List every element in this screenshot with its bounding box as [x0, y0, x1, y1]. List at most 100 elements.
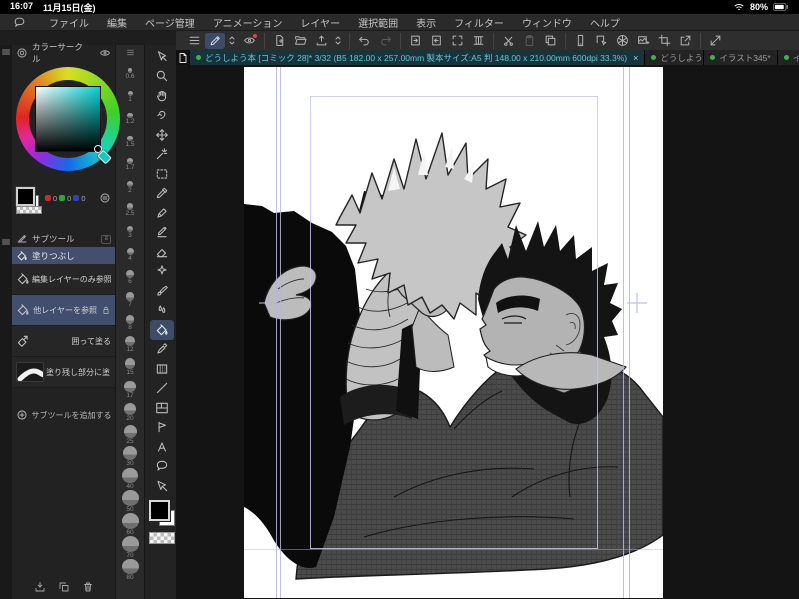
subtool-item-0[interactable]: 編集レイヤーのみ参照 — [12, 264, 115, 295]
brush-size-80[interactable]: 80 — [121, 558, 139, 581]
panel-drag-handle-icon[interactable] — [0, 45, 12, 59]
tool-eyedropper[interactable] — [150, 184, 174, 204]
tool-stream-line[interactable] — [150, 476, 174, 496]
color-wheel-icon[interactable] — [612, 33, 632, 49]
menu-item-レイヤー[interactable]: レイヤー — [291, 14, 349, 31]
prev-page-icon[interactable] — [426, 33, 446, 49]
brush-size-25[interactable]: 25 — [123, 422, 137, 445]
open-folder-icon[interactable] — [290, 33, 310, 49]
add-subtool-button[interactable]: サブツールを追加する — [12, 402, 115, 428]
export-icon[interactable] — [311, 33, 331, 49]
paste-icon[interactable] — [519, 33, 539, 49]
device-icon[interactable] — [570, 33, 590, 49]
brush-size-2.5[interactable]: 2.5 — [125, 194, 135, 217]
brush-size-7[interactable]: 7 — [125, 285, 135, 308]
canvas-page[interactable] — [244, 67, 663, 598]
tool-hand[interactable] — [150, 86, 174, 106]
brush-size-0.6[interactable]: 0.6 — [125, 57, 135, 80]
color-history-icon[interactable] — [99, 192, 111, 204]
close-tab-button[interactable]: × — [631, 53, 638, 63]
main-menu-icon[interactable] — [184, 33, 204, 49]
eye-toggle-icon[interactable] — [99, 47, 111, 59]
tool-zoom[interactable] — [150, 67, 174, 87]
brush-size-2[interactable]: 2 — [127, 171, 133, 194]
tool-frame[interactable] — [150, 398, 174, 418]
brush-size-1[interactable]: 1 — [127, 80, 133, 103]
transparent-color-swatch[interactable] — [148, 531, 175, 544]
tool-fill[interactable] — [149, 320, 174, 340]
trash-icon[interactable] — [82, 581, 94, 593]
mesh-transform-icon[interactable] — [468, 33, 488, 49]
tool-pen[interactable] — [150, 203, 174, 223]
gesture-eye-icon[interactable] — [239, 33, 259, 49]
tool-airbrush[interactable] — [150, 223, 174, 243]
menu-item-ウィンドウ[interactable]: ウィンドウ — [513, 14, 581, 31]
brush-size-15[interactable]: 15 — [124, 353, 136, 376]
brush-size-60[interactable]: 60 — [121, 512, 139, 536]
tool-polyline[interactable] — [150, 418, 174, 438]
next-page-icon[interactable] — [405, 33, 425, 49]
add-image-icon[interactable] — [633, 33, 653, 49]
menu-item-アニメーション[interactable]: アニメーション — [204, 14, 292, 31]
tool-eraser[interactable] — [150, 242, 174, 262]
brush-size-12[interactable]: 12 — [125, 331, 135, 353]
brush-size-6[interactable]: 6 — [126, 262, 134, 285]
undo-icon[interactable] — [354, 33, 374, 49]
redo-icon[interactable] — [375, 33, 395, 49]
import-icon[interactable] — [34, 581, 46, 593]
transparent-color-swatch[interactable] — [16, 206, 42, 214]
subtool-group-fill[interactable]: 塗りつぶし — [12, 247, 115, 264]
subtool-item-3[interactable]: 塗り残し部分に塗る — [12, 357, 115, 388]
tool-move[interactable] — [150, 125, 174, 145]
brush-size-50[interactable]: 50 — [121, 490, 139, 513]
updown-chevron-icon[interactable] — [332, 33, 344, 49]
app-logo-icon[interactable] — [8, 15, 30, 29]
brush-size-3[interactable]: 3 — [126, 217, 134, 239]
tool-deco-pen[interactable] — [150, 340, 174, 360]
brush-bar-handle-icon[interactable] — [126, 47, 135, 57]
tool-auto-select[interactable] — [150, 145, 174, 165]
tool-marquee[interactable] — [150, 164, 174, 184]
panel-drag-handle-icon[interactable] — [0, 235, 12, 249]
new-page-icon[interactable] — [269, 33, 289, 49]
fullscreen-icon[interactable] — [705, 33, 725, 49]
brush-size-70[interactable]: 70 — [121, 535, 139, 559]
saturation-value-square[interactable] — [36, 87, 100, 151]
brush-size-20[interactable]: 20 — [124, 399, 136, 422]
brush-size-4[interactable]: 4 — [126, 239, 134, 262]
color-wheel[interactable] — [12, 61, 120, 183]
foreground-color-swatch[interactable] — [15, 186, 36, 207]
menu-item-フィルター[interactable]: フィルター — [445, 14, 513, 31]
subtool-item-1[interactable]: 他レイヤーを参照 — [12, 295, 115, 326]
tool-decoration[interactable] — [150, 262, 174, 282]
tool-brush[interactable] — [150, 281, 174, 301]
brush-size-40[interactable]: 40 — [122, 467, 138, 490]
hue-marker[interactable] — [97, 149, 112, 165]
tab-2[interactable]: イラスト346* — [777, 50, 799, 65]
brush-size-1.7[interactable]: 1.7 — [125, 148, 135, 171]
edit-pen-icon[interactable] — [205, 32, 225, 49]
menu-item-表示[interactable]: 表示 — [407, 14, 445, 31]
tab-0[interactable]: どうしよう本 [ — [645, 50, 705, 65]
tab-1[interactable]: イラスト345* — [704, 50, 778, 65]
menu-item-ヘルプ[interactable]: ヘルプ — [581, 14, 629, 31]
tool-balloon[interactable] — [150, 457, 174, 477]
subtool-item-2[interactable]: 囲って塗る — [12, 326, 115, 357]
tool-grab[interactable] — [150, 106, 174, 126]
share-icon[interactable] — [675, 33, 695, 49]
tool-operation[interactable] — [150, 47, 174, 67]
foreground-background-swatch[interactable] — [15, 186, 42, 214]
brush-size-8[interactable]: 8 — [125, 308, 135, 331]
cut-icon[interactable] — [498, 33, 518, 49]
tool-figure[interactable] — [150, 379, 174, 399]
subtool-options-chip[interactable]: ≡ — [101, 234, 111, 244]
canvas-viewport[interactable] — [176, 65, 799, 599]
brush-size-30[interactable]: 30 — [123, 445, 137, 467]
tool-text[interactable] — [150, 437, 174, 457]
updown-chevron-icon[interactable] — [226, 33, 238, 49]
brush-size-1.5[interactable]: 1.5 — [125, 125, 135, 148]
menu-item-編集[interactable]: 編集 — [98, 14, 136, 31]
tab-active-document[interactable]: どうしよう本 [コミック 28]* 3/32 (B5 182.00 x 257.… — [190, 50, 646, 65]
deselect-icon[interactable] — [591, 33, 611, 49]
toolstrip-color-swatch[interactable] — [147, 498, 175, 526]
